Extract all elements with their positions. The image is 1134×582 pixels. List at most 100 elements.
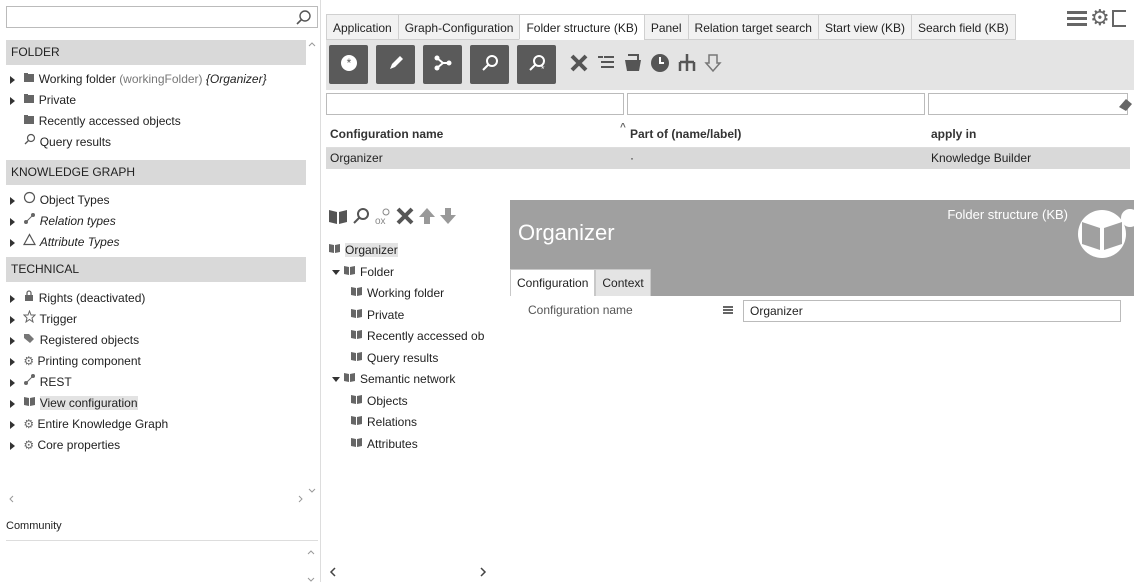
relation-icon: [23, 211, 36, 232]
tree-item-query-results[interactable]: Query results: [10, 132, 267, 153]
delete-icon[interactable]: [568, 52, 590, 77]
tree-item-working-folder[interactable]: Working folder (workingFolder) {Organize…: [10, 69, 267, 90]
tree-item-rest[interactable]: REST: [10, 372, 168, 393]
settings-icon[interactable]: ⚙: [1090, 7, 1110, 32]
section-knowledge-graph[interactable]: KNOWLEDGE GRAPH: [6, 160, 306, 185]
config-tree-item[interactable]: Query results: [326, 348, 504, 370]
collapse-arrow-icon[interactable]: [332, 269, 340, 275]
search-star-icon: *: [527, 53, 547, 76]
config-tree-item[interactable]: Relations: [326, 412, 504, 434]
column-header-apply-in[interactable]: apply in: [931, 120, 976, 148]
filter-configuration-name[interactable]: [326, 93, 624, 115]
new-button[interactable]: *: [329, 45, 368, 84]
expand-arrow-icon[interactable]: [10, 357, 15, 366]
delete-icon[interactable]: [395, 206, 415, 229]
config-tree-item[interactable]: Organizer: [326, 240, 504, 262]
column-header-part-of[interactable]: Part of (name/label): [630, 120, 741, 148]
tree-item-attribute-types[interactable]: Attribute Types: [10, 232, 120, 253]
filter-part-of[interactable]: [627, 93, 925, 115]
expand-arrow-icon[interactable]: [10, 294, 15, 303]
collapse-arrow-icon[interactable]: [332, 377, 340, 383]
relation-icon: [433, 53, 453, 76]
tab-start-view[interactable]: Start view (KB): [817, 14, 911, 40]
hierarchy-icon[interactable]: [676, 52, 698, 77]
expand-arrow-icon[interactable]: [10, 75, 15, 84]
tree-item-trigger[interactable]: Trigger: [10, 309, 168, 330]
config-tree-item[interactable]: Attributes: [326, 434, 504, 456]
tab-folder-structure[interactable]: Folder structure (KB): [519, 14, 644, 40]
column-header-configuration-name[interactable]: Configuration name: [330, 120, 443, 148]
configuration-name-field[interactable]: Organizer: [743, 300, 1121, 322]
config-tree-item[interactable]: Objects: [326, 391, 504, 413]
pencil-icon: [386, 53, 406, 76]
menu-icon[interactable]: [1066, 8, 1088, 32]
edit-button[interactable]: [376, 45, 415, 84]
folder-icon: [23, 90, 35, 111]
expand-arrow-icon[interactable]: [10, 378, 15, 387]
tree-item-core-properties[interactable]: ⚙ Core properties: [10, 435, 168, 456]
expand-arrow-icon[interactable]: [10, 315, 15, 324]
clock-icon[interactable]: [649, 52, 671, 77]
tab-context[interactable]: Context: [595, 269, 651, 296]
tree-item-recently-accessed[interactable]: Recently accessed objects: [10, 111, 267, 132]
tree-item-printing-component[interactable]: ⚙ Printing component: [10, 351, 168, 372]
search-button[interactable]: [470, 45, 509, 84]
tag-icon: [23, 330, 36, 351]
field-menu-icon[interactable]: [722, 304, 734, 319]
search-icon[interactable]: [295, 9, 313, 30]
tab-configuration[interactable]: Configuration: [510, 269, 596, 296]
expand-arrow-icon[interactable]: [10, 399, 15, 408]
book-icon: [350, 326, 363, 348]
search-input[interactable]: [6, 6, 318, 28]
vertical-scrollbar[interactable]: [306, 40, 318, 495]
gear-icon: ⚙: [23, 354, 35, 369]
tree-item-object-types[interactable]: Object Types: [10, 190, 120, 211]
extended-search-button[interactable]: *: [517, 45, 556, 84]
ox-icon[interactable]: ox: [374, 206, 392, 229]
move-up-icon[interactable]: [418, 206, 436, 229]
tree-item-registered-objects[interactable]: Registered objects: [10, 330, 168, 351]
config-tree-item[interactable]: Working folder: [326, 283, 504, 305]
tab-search-field[interactable]: Search field (KB): [910, 14, 1016, 40]
tab-panel[interactable]: Panel: [643, 14, 688, 40]
folder-export-icon[interactable]: [622, 52, 644, 77]
config-tree-item[interactable]: Recently accessed ob: [326, 326, 504, 348]
relations-button[interactable]: [423, 45, 462, 84]
table-header: Configuration name ^ Part of (name/label…: [326, 120, 1130, 148]
horizontal-scrollbar[interactable]: [6, 493, 306, 505]
config-tree-item[interactable]: Folder: [326, 262, 504, 284]
search-icon[interactable]: [351, 206, 371, 229]
expand-arrow-icon[interactable]: [10, 420, 15, 429]
tree-item-rights[interactable]: Rights (deactivated): [10, 288, 168, 309]
section-technical[interactable]: TECHNICAL: [6, 257, 306, 282]
expand-arrow-icon[interactable]: [10, 196, 15, 205]
tab-graph-configuration[interactable]: Graph-Configuration: [397, 14, 520, 40]
section-folder[interactable]: FOLDER: [6, 40, 306, 65]
book-icon[interactable]: [328, 207, 348, 228]
object-type-icon: [1072, 204, 1134, 263]
tab-relation-target-search[interactable]: Relation target search: [687, 14, 818, 40]
expand-arrow-icon[interactable]: [10, 336, 15, 345]
move-down-icon[interactable]: [439, 206, 457, 229]
eraser-icon[interactable]: [1117, 96, 1134, 115]
tree-horizontal-scrollbar[interactable]: [326, 565, 504, 579]
expand-arrow-icon[interactable]: [10, 217, 15, 226]
detail-title: Organizer: [518, 220, 615, 245]
filter-apply-in[interactable]: [928, 93, 1128, 115]
detail-header: Organizer Folder structure (KB) Configur…: [510, 200, 1134, 296]
tab-application[interactable]: Application: [326, 14, 398, 40]
config-tree-item[interactable]: Semantic network: [326, 369, 504, 391]
tree-item-relation-types[interactable]: Relation types: [10, 211, 120, 232]
tree-item-entire-knowledge-graph[interactable]: ⚙ Entire Knowledge Graph: [10, 414, 168, 435]
expand-arrow-icon[interactable]: [10, 238, 15, 247]
detail-kind: Folder structure (KB): [947, 207, 1068, 222]
config-tree-item[interactable]: Private: [326, 305, 504, 327]
tree-item-view-configuration[interactable]: View configuration: [10, 393, 168, 414]
tree-item-private[interactable]: Private: [10, 90, 267, 111]
window-icon[interactable]: [1111, 8, 1128, 32]
table-row[interactable]: Organizer · Knowledge Builder: [326, 148, 1130, 169]
expand-arrow-icon[interactable]: [10, 96, 15, 105]
expand-arrow-icon[interactable]: [10, 441, 15, 450]
import-icon[interactable]: [702, 52, 724, 77]
list-icon[interactable]: [596, 52, 616, 77]
